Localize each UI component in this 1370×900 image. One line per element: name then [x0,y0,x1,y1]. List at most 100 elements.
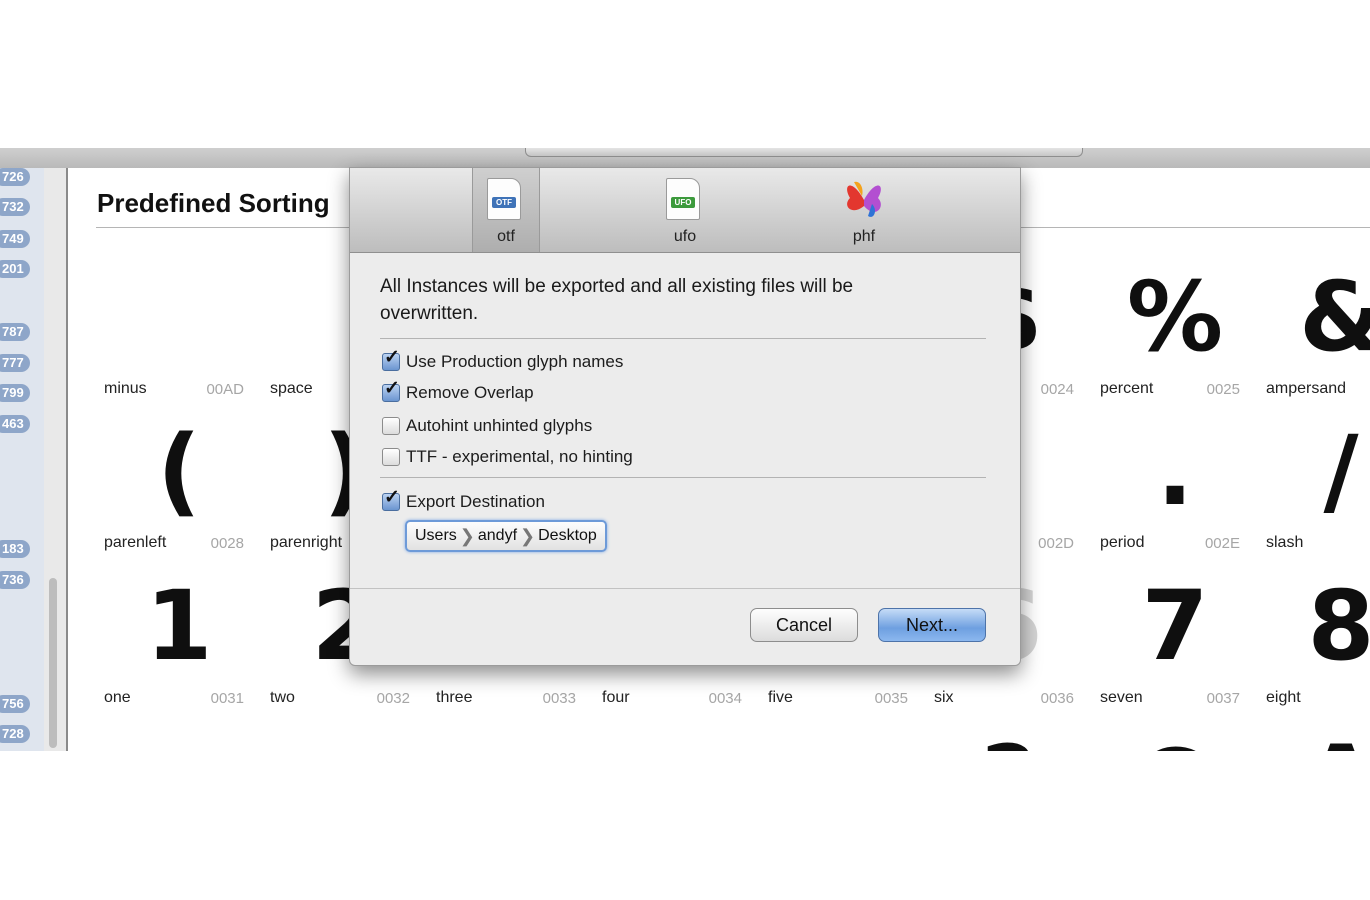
glyph-name: minus [104,380,147,397]
glyph-cell[interactable]: 8 eight [1258,557,1370,711]
format-tab-ufo[interactable]: UFO ufo [652,168,718,252]
glyph-cell[interactable]: / slash [1258,402,1370,556]
file-type-tag: UFO [671,197,695,208]
sidebar-count-badge[interactable]: 756 [0,695,30,713]
glyph-cell[interactable]: - [760,712,926,751]
ufo-file-icon: UFO [666,178,700,220]
glyph-cell[interactable]: ? [926,712,1092,751]
export-format-toolbar: OTF otf UFO ufo phf [350,168,1020,253]
sidebar-count-badge[interactable]: 749 [0,230,30,248]
glyph-preview: - [760,726,926,751]
phf-butterfly-icon [847,181,881,217]
glyph-name: space [270,380,313,397]
glyph-cell[interactable]: - [96,712,262,751]
path-segment-users[interactable]: Users [415,527,457,545]
glyph-cell[interactable]: - [428,712,594,751]
glyph-cell[interactable]: - [594,712,760,751]
glyph-cell[interactable]: A [1258,712,1370,751]
glyph-cell[interactable] [262,712,428,751]
toolbar-segmented-control[interactable] [525,148,1083,157]
glyph-name: seven [1100,689,1143,706]
sidebar-count-badge[interactable]: 728 [0,725,30,743]
glyph-unicode: 002E [1204,535,1240,552]
glyph-cell[interactable]: 7 seven 0037 [1092,557,1258,711]
glyph-name: four [602,689,630,706]
glyph-unicode: 0036 [1040,690,1074,707]
otf-file-icon: OTF [487,178,521,220]
sidebar-scrollbar[interactable] [49,578,57,748]
checkbox[interactable] [382,417,400,435]
glyph-preview: 7 [1141,570,1209,682]
glyph-preview: & [1258,262,1370,372]
glyph-name: six [934,689,954,706]
glyph-unicode: 0031 [210,690,244,707]
glyph-preview: 1 [145,570,213,682]
glyph-cell[interactable]: . period 002E [1092,402,1258,556]
glyph-preview: - [96,726,262,751]
next-button[interactable]: Next... [878,608,986,642]
sidebar-count-badge[interactable]: 463 [0,415,30,433]
glyph-preview: % [1126,261,1224,373]
glyph-preview: . [1156,415,1194,527]
sidebar: 726 732 749 201 787 777 799 463 183 736 756 728 [0,168,44,751]
sidebar-count-badge[interactable]: 726 [0,168,30,186]
glyph-name: two [270,689,295,706]
format-tab-label: ufo [673,228,697,245]
glyph-name: parenleft [104,534,167,551]
checkbox-label: Autohint unhinted glyphs [406,416,593,435]
glyph-cell[interactable]: minus 00AD [96,248,262,402]
checkbox[interactable]: ✓ [382,348,400,371]
format-tab-phf[interactable]: phf [831,168,897,252]
sidebar-count-badge[interactable]: 201 [0,260,30,278]
glyph-preview: - [428,726,594,751]
glyph-cell[interactable]: ( parenleft 0028 [96,402,262,556]
glyph-unicode: 0032 [376,690,410,707]
glyph-name: percent [1100,380,1154,397]
format-tab-label: otf [497,228,515,245]
checkbox[interactable] [382,448,400,466]
checkbox-label: Remove Overlap [406,383,534,402]
export-dialog: OTF otf UFO ufo phf All Instances will be ex… [349,167,1021,666]
glyph-unicode: 0025 [1206,381,1240,398]
glyph-name: ampersand [1266,380,1347,397]
format-tab-otf[interactable]: OTF otf [472,168,540,252]
divider [380,338,986,339]
glyph-name: slash [1266,534,1304,551]
screenshot-area: 726 732 749 201 787 777 799 463 183 736 756 728 Pre… [0,148,1370,751]
glyph-preview: ( [157,415,201,527]
path-segment-desktop[interactable]: Desktop [538,527,597,545]
sidebar-count-badge[interactable]: 799 [0,384,30,402]
glyph-unicode: 00AD [206,381,244,398]
checkbox[interactable]: ✓ [382,379,400,402]
glyph-preview: A [1258,726,1370,751]
export-message: All Instances will be exported and all e… [380,276,854,324]
checkbox[interactable]: ✓ [382,488,400,511]
checkmark-icon: ✓ [384,347,400,368]
sidebar-count-badge[interactable]: 736 [0,571,30,589]
checkbox-label: TTF - experimental, no hinting [406,447,633,466]
glyph-cell[interactable]: % percent 0025 [1092,248,1258,402]
checkbox-label: Export Destination [406,492,545,511]
cancel-button[interactable]: Cancel [750,608,858,642]
path-control[interactable]: Users ❯ andyf ❯ Desktop [405,520,607,552]
glyph-preview: / [1323,415,1359,527]
glyph-unicode: 0028 [210,535,244,552]
path-segment-andyf[interactable]: andyf [478,527,517,545]
glyph-cell[interactable]: & ampersand [1258,248,1370,402]
glyph-name: one [104,689,131,706]
glyph-unicode: 002D [1038,535,1074,552]
button-row-divider [350,588,1020,589]
chevron-right-icon: ❯ [520,525,536,546]
sidebar-count-badge[interactable]: 787 [0,323,30,341]
sidebar-count-badge[interactable]: 777 [0,354,30,372]
page-title: Predefined Sorting [97,188,330,218]
sidebar-count-badge[interactable]: 732 [0,198,30,216]
checkbox-label: Use Production glyph names [406,352,624,371]
glyph-cell[interactable]: @ [1092,712,1258,751]
glyph-preview: 8 [1307,570,1370,682]
glyph-preview: ? [926,726,1092,751]
glyph-cell[interactable]: 1 one 0031 [96,557,262,711]
glyph-preview: - [594,726,760,751]
format-tab-label: phf [852,228,876,245]
sidebar-count-badge[interactable]: 183 [0,540,30,558]
